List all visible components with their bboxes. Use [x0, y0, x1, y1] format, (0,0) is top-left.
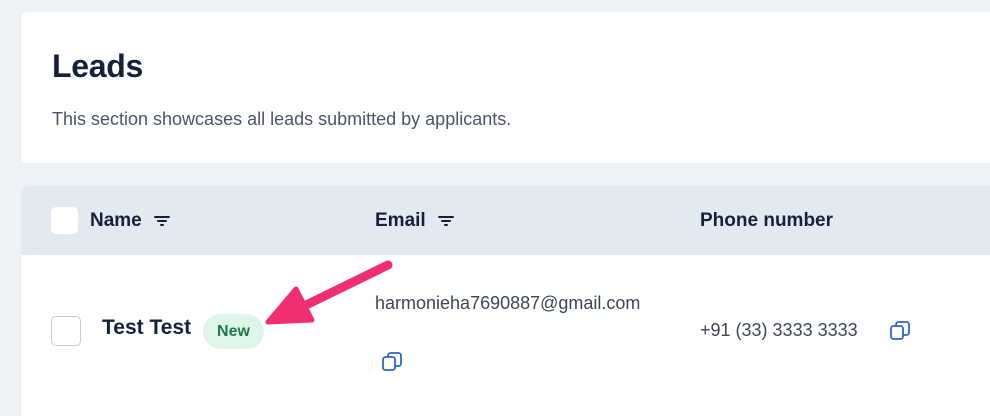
lead-phone: +91 (33) 3333 3333 [700, 320, 858, 340]
page-description: This section showcases all leads submitt… [52, 109, 512, 129]
copy-email-icon[interactable] [381, 351, 403, 373]
copy-phone-icon[interactable] [889, 320, 911, 342]
column-header-name[interactable]: Name [90, 186, 170, 255]
lead-email: harmonieha7690887@gmail.com [375, 293, 641, 313]
page-header-card: Leads This section showcases all leads s… [21, 12, 990, 163]
lead-name[interactable]: Test Test [102, 316, 191, 340]
status-badge: New [203, 314, 264, 349]
page-title: Leads [52, 48, 143, 84]
row-checkbox[interactable] [51, 316, 81, 346]
column-header-phone-label: Phone number [700, 209, 834, 231]
column-header-email-label: Email [375, 209, 426, 231]
filter-icon[interactable] [153, 215, 170, 227]
column-header-name-label: Name [90, 209, 142, 231]
table-header: Name Email Phone number [21, 186, 990, 255]
select-all-checkbox[interactable] [51, 207, 78, 234]
column-header-email[interactable]: Email [375, 186, 454, 255]
filter-icon[interactable] [437, 215, 454, 227]
leads-table: Name Email Phone number Test Test New ha… [21, 186, 990, 416]
column-header-phone[interactable]: Phone number [700, 186, 833, 255]
